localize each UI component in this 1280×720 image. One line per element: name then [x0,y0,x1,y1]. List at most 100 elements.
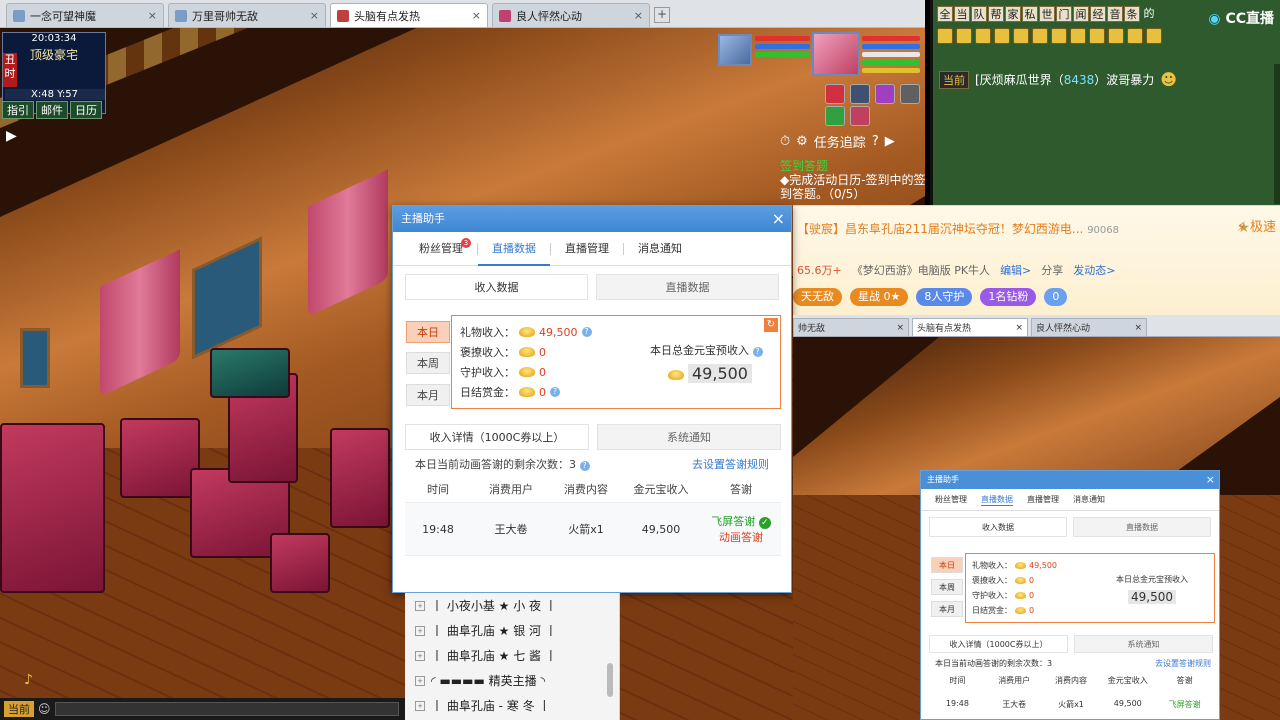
gear-icon[interactable]: ⚙ [796,134,808,149]
pet-portrait[interactable] [718,34,752,66]
chat-tool-icon[interactable] [1127,28,1143,44]
close-icon[interactable]: × [634,9,643,22]
help-icon[interactable]: ? [872,134,879,149]
share-link[interactable]: 分享 [1041,262,1063,278]
chat-tab[interactable]: 音 [1107,6,1123,22]
browser-tab-active[interactable]: 头脑有点发热 × [330,3,488,27]
browser-tab[interactable]: 良人怦然心动 × [492,3,650,27]
list-item[interactable]: + 丨 曲阜孔庙 - 寒 冬 丨 [405,693,619,718]
chat-tool-icon[interactable] [1146,28,1162,44]
chat-tab[interactable]: 私 [1022,6,1038,22]
chat-tool-icon[interactable] [1089,28,1105,44]
calendar-button[interactable]: 日历 [70,101,102,119]
buff-icon[interactable] [825,106,845,126]
title-badge[interactable]: 天无敌 [793,288,842,306]
browser-tab[interactable]: 一念可望神魔 × [6,3,164,27]
row-user[interactable]: 王大卷 [471,521,551,537]
quest-tracking-label[interactable]: 任务追踪 [814,132,866,151]
list-scrollbar[interactable] [607,663,613,697]
buff-icon[interactable] [850,84,870,104]
post-dynamic-link[interactable]: 发动态> [1073,262,1115,278]
tab-system-notice[interactable]: 系统通知 [597,424,781,450]
guard-badge[interactable]: 8人守护 [916,288,973,306]
expand-icon[interactable]: + [415,650,425,661]
close-icon[interactable]: × [772,206,785,232]
buff-icon[interactable] [850,106,870,126]
collapse-arrow-icon[interactable]: ▶ [885,134,895,149]
chat-tab[interactable]: 当 [954,6,970,22]
help-icon[interactable]: ? [579,461,590,471]
chat-tool-icon[interactable] [1013,28,1029,44]
player-portrait[interactable] [812,32,860,76]
subtab-income-data[interactable]: 收入数据 [405,274,588,300]
refresh-icon[interactable]: ↻ [764,318,778,332]
channel-selector[interactable]: 当前 [4,701,34,717]
chat-tool-icon[interactable] [1051,28,1067,44]
period-month[interactable]: 本月 [406,384,450,406]
tab-live-data[interactable]: 直播数据 [478,232,550,266]
animation-thanks-button[interactable]: 动画答谢 [701,529,781,545]
chat-tool-icon[interactable] [975,28,991,44]
buff-icon[interactable] [875,84,895,104]
chat-tool-icon[interactable] [1032,28,1048,44]
chat-tool-icon[interactable] [956,28,972,44]
close-icon[interactable]: × [472,9,481,22]
chat-tab[interactable]: 全 [937,6,953,22]
tab-message-notify[interactable]: 消息通知 [624,232,696,266]
tab-fans-management[interactable]: 粉丝管理 3 [405,232,477,266]
help-icon[interactable]: ? [581,327,592,337]
chat-tool-icon[interactable] [1070,28,1086,44]
chat-sender-id[interactable]: 8438 [1064,73,1095,87]
chat-tab[interactable]: 闻 [1073,6,1089,22]
chat-tab[interactable]: 队 [971,6,987,22]
list-item[interactable]: + 丨 曲阜孔庙 ★ 银 河 丨 [405,618,619,643]
fans-count-badge[interactable]: 0 [1044,288,1068,306]
emote-icon[interactable]: ☺ [38,702,51,716]
chat-tab[interactable]: 帮 [988,6,1004,22]
level-badge[interactable]: 星战 0★ [850,288,909,306]
period-week[interactable]: 本周 [406,352,450,374]
set-thanks-rule-link[interactable]: 去设置答谢规则 [692,456,769,472]
chat-tab[interactable]: 门 [1056,6,1072,22]
mail-button[interactable]: 邮件 [36,101,68,119]
chat-scrollbar[interactable] [1274,64,1280,204]
chat-tool-icon[interactable] [937,28,953,44]
browser-tab[interactable]: 万里哥帅无敌 × [168,3,326,27]
quest-title[interactable]: 签到答题 [780,159,930,173]
chat-tab[interactable]: 家 [1005,6,1021,22]
tab-income-detail[interactable]: 收入详情（1000C券以上） [405,424,589,450]
assistant-titlebar[interactable]: 主播助手 × [393,206,791,232]
period-today[interactable]: 本日 [406,321,450,343]
expand-icon[interactable]: + [415,675,425,686]
edit-link[interactable]: 编辑> [1000,262,1031,278]
list-item[interactable]: + 丨 曲阜孔庙 ★ 七 酱 丨 [405,643,619,668]
buff-icon[interactable] [825,84,845,104]
list-item[interactable]: + ◜ ▬▬▬▬ 精英主播 ◝ [405,668,619,693]
close-icon[interactable]: × [148,9,157,22]
buff-icon[interactable] [900,84,920,104]
help-icon[interactable]: ? [752,347,763,357]
list-item[interactable]: + 丨 小夜小基 ★ 小 夜 丨 [405,593,619,618]
expand-icon[interactable]: + [415,600,425,611]
chat-sender-prefix[interactable]: [厌烦麻瓜世界（ [975,73,1064,87]
sound-icon[interactable]: ♪ [24,672,33,688]
chat-input[interactable] [54,702,399,716]
expand-icon[interactable]: + [415,625,425,636]
fly-screen-thanks[interactable]: 飞屏答谢 ✓ [701,513,781,529]
chat-tool-icon[interactable] [1108,28,1124,44]
quick-mode-button[interactable]: ⚡ 极速 [1237,216,1276,235]
chat-tab[interactable]: 条 [1124,6,1140,22]
chat-tab[interactable]: 世 [1039,6,1055,22]
chat-tab[interactable]: 经 [1090,6,1106,22]
close-icon[interactable]: × [310,9,319,22]
subtab-live-data[interactable]: 直播数据 [596,274,779,300]
expand-icon[interactable]: + [415,700,425,711]
timer-icon[interactable]: ⏱ [780,134,790,149]
new-tab-button[interactable]: + [654,7,670,23]
diamond-fans-badge[interactable]: 1名钻粉 [980,288,1037,306]
guide-button[interactable]: 指引 [2,101,34,119]
help-icon[interactable]: ? [550,387,560,397]
tab-live-management[interactable]: 直播管理 [551,232,623,266]
chat-tool-icon[interactable] [994,28,1010,44]
expand-arrow-icon[interactable]: ▶ [6,128,17,144]
